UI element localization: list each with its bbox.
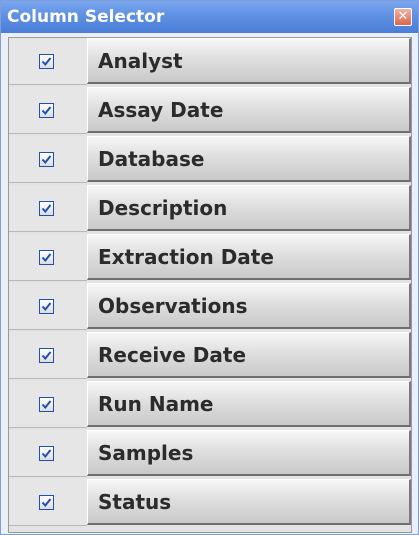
checkbox-cell [9,136,87,183]
column-button-receive-date[interactable]: Receive Date [87,332,411,378]
checkmark-icon [41,155,52,165]
column-checkbox[interactable] [39,201,54,216]
column-row: Receive Date [9,332,411,380]
checkbox-cell [9,38,87,85]
column-checkbox[interactable] [39,54,54,69]
column-list: Analyst Assay Date Database Description … [8,37,412,533]
column-selector-window: Column Selector ✕ Analyst Assay Date Dat… [0,0,419,535]
title-bar[interactable]: Column Selector ✕ [1,1,418,33]
column-label: Receive Date [98,343,247,367]
column-row: Analyst [9,38,411,86]
checkbox-cell [9,430,87,477]
column-row: Database [9,136,411,184]
column-row: Status [9,479,411,527]
column-label: Analyst [98,49,183,73]
column-label: Extraction Date [98,245,274,269]
column-checkbox[interactable] [39,348,54,363]
checkmark-icon [41,204,52,214]
column-checkbox[interactable] [39,152,54,167]
checkmark-icon [41,449,52,459]
column-label: Observations [98,294,248,318]
column-button-run-name[interactable]: Run Name [87,381,411,427]
column-button-description[interactable]: Description [87,185,411,231]
close-icon: ✕ [397,9,409,24]
checkbox-cell [9,87,87,134]
checkmark-icon [41,351,52,361]
checkbox-cell [9,381,87,428]
column-checkbox[interactable] [39,103,54,118]
checkmark-icon [41,302,52,312]
column-checkbox[interactable] [39,495,54,510]
column-label: Status [98,490,172,514]
column-label: Run Name [98,392,214,416]
column-button-status[interactable]: Status [87,479,411,525]
column-row: Assay Date [9,87,411,135]
column-checkbox[interactable] [39,446,54,461]
column-row: Run Name [9,381,411,429]
column-label: Assay Date [98,98,224,122]
checkbox-cell [9,479,87,526]
column-button-samples[interactable]: Samples [87,430,411,476]
column-checkbox[interactable] [39,299,54,314]
column-button-assay-date[interactable]: Assay Date [87,87,411,133]
checkmark-icon [41,498,52,508]
checkbox-cell [9,332,87,379]
column-checkbox[interactable] [39,397,54,412]
column-label: Description [98,196,228,220]
close-button[interactable]: ✕ [394,8,412,26]
checkmark-icon [41,57,52,67]
column-button-analyst[interactable]: Analyst [87,38,411,84]
column-button-extraction-date[interactable]: Extraction Date [87,234,411,280]
column-label: Samples [98,441,194,465]
column-button-observations[interactable]: Observations [87,283,411,329]
checkmark-icon [41,400,52,410]
checkbox-cell [9,185,87,232]
window-title: Column Selector [7,7,165,27]
column-row: Description [9,185,411,233]
checkbox-cell [9,283,87,330]
column-label: Database [98,147,205,171]
column-row: Observations [9,283,411,331]
checkmark-icon [41,106,52,116]
checkbox-cell [9,234,87,281]
column-row: Extraction Date [9,234,411,282]
column-row: Samples [9,430,411,478]
column-button-database[interactable]: Database [87,136,411,182]
column-checkbox[interactable] [39,250,54,265]
checkmark-icon [41,253,52,263]
